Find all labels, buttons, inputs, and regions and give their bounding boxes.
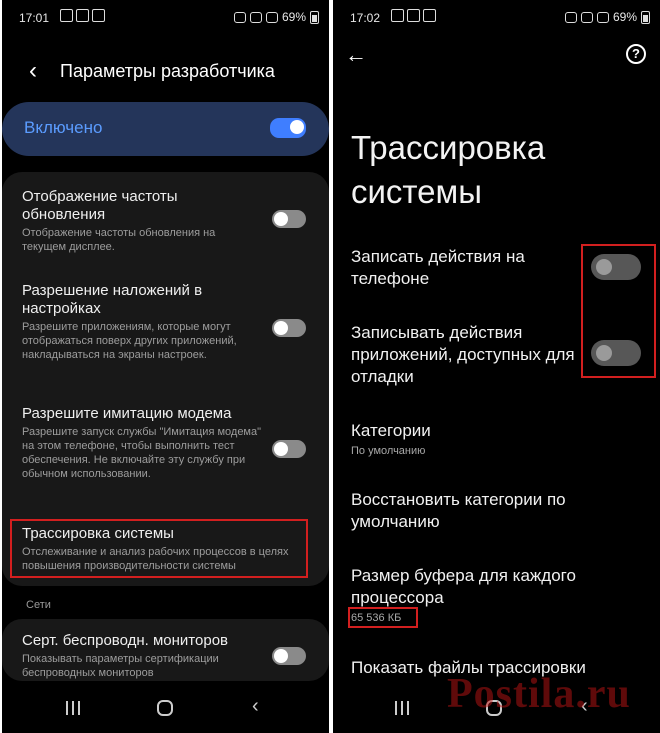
link-icon — [233, 11, 246, 23]
status-time: 17:02 — [350, 11, 381, 25]
battery-percent: 69% — [281, 10, 306, 24]
recent-apps-icon[interactable] — [66, 701, 80, 715]
item-title: Размер буфера для каждого процессора — [351, 566, 576, 607]
row-title: Отображение частоты обновления — [22, 188, 178, 223]
link-icon — [564, 11, 577, 23]
row-subtitle: Разрешите приложениям, которые могут ото… — [22, 321, 237, 361]
app-header: ‹ Параметры разработчика — [20, 56, 329, 86]
wifi-icon — [580, 11, 593, 23]
back-nav-icon[interactable]: ‹ — [252, 695, 259, 718]
restore-default-categories-item[interactable]: Восстановить категории по умолчанию — [351, 489, 611, 533]
item-title: Записать действия на телефоне — [351, 247, 525, 288]
highlight-frame — [581, 244, 656, 378]
battery-icon — [641, 10, 650, 24]
row-title: Разрешите имитацию модема — [22, 405, 232, 422]
message-notification-icon — [76, 9, 89, 22]
row-subtitle: Разрешите запуск службы "Имитация модема… — [22, 426, 262, 480]
row-subtitle: Отображение частоты обновления на текуще… — [22, 227, 216, 253]
highlight-frame — [348, 607, 418, 628]
gallery-notification-icon — [60, 9, 73, 22]
highlight-frame — [10, 519, 308, 578]
row-title: Разрешение наложений в настройках — [22, 282, 203, 317]
record-phone-actions-item[interactable]: Записать действия на телефоне — [351, 246, 591, 290]
enabled-label: Включено — [24, 118, 103, 137]
page-title: Трассировка системы — [351, 129, 546, 210]
row-subtitle: Показывать параметры сертификации беспро… — [22, 653, 219, 679]
right-phone-screen: 17:02 69% ← ? Трассировка системы Записа… — [333, 0, 660, 733]
back-chevron-icon[interactable]: ‹ — [20, 56, 46, 86]
wifi-icon — [249, 11, 262, 23]
overlay-permission-toggle[interactable] — [272, 319, 306, 337]
status-time: 17:01 — [19, 11, 50, 25]
message-notification-icon — [407, 9, 420, 22]
page-title: Параметры разработчика — [60, 60, 275, 81]
postila-watermark: Postila.ru — [447, 671, 631, 717]
signal-icon — [265, 11, 278, 23]
categories-item[interactable]: Категории По умолчанию — [351, 420, 591, 457]
status-bar: 17:02 69% — [333, 0, 660, 34]
gallery-notification-icon — [391, 9, 404, 22]
signal-icon — [596, 11, 609, 23]
sync-notification-icon — [92, 9, 105, 22]
item-title: Записывать действия приложений, доступны… — [351, 323, 575, 386]
list-item[interactable]: Разрешите имитацию модема Разрешите запу… — [22, 405, 262, 481]
item-subtitle: По умолчанию — [351, 445, 426, 457]
status-right: 69% — [564, 10, 650, 24]
navigation-bar: ‹ — [2, 693, 329, 733]
left-phone-screen: 17:01 69% ‹ Параметры разработчика Включ… — [2, 0, 329, 733]
wireless-display-toggle[interactable] — [272, 647, 306, 665]
record-debuggable-apps-item[interactable]: Записывать действия приложений, доступны… — [351, 322, 591, 388]
help-icon[interactable]: ? — [626, 44, 646, 64]
network-card: Серт. беспроводн. мониторов Показывать п… — [2, 619, 329, 681]
list-item[interactable]: Отображение частоты обновления Отображен… — [22, 188, 262, 254]
developer-options-master-switch[interactable]: Включено — [2, 102, 329, 156]
item-title: Восстановить категории по умолчанию — [351, 490, 566, 531]
status-right: 69% — [233, 10, 319, 24]
row-title: Серт. беспроводн. мониторов — [22, 632, 229, 649]
modem-emulation-toggle[interactable] — [272, 440, 306, 458]
back-arrow-icon[interactable]: ← — [345, 42, 367, 68]
list-item[interactable]: Серт. беспроводн. мониторов Показывать п… — [22, 632, 262, 680]
status-bar: 17:01 69% — [2, 0, 329, 34]
home-icon[interactable] — [157, 700, 173, 716]
sync-notification-icon — [423, 9, 436, 22]
list-item[interactable]: Разрешение наложений в настройках Разреш… — [22, 282, 262, 362]
notification-icons — [60, 9, 105, 22]
item-title: Категории — [351, 421, 431, 440]
recent-apps-icon[interactable] — [395, 701, 409, 715]
refresh-rate-toggle[interactable] — [272, 210, 306, 228]
battery-icon — [310, 10, 319, 24]
master-toggle[interactable] — [270, 118, 306, 138]
battery-percent: 69% — [612, 10, 637, 24]
section-label: Сети — [26, 599, 51, 611]
notification-icons — [391, 9, 436, 22]
